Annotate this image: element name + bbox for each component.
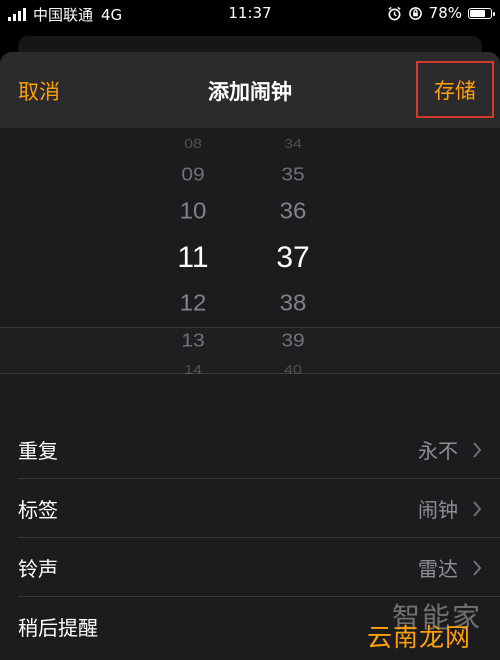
nav-bar: 取消 添加闹钟 存储 — [0, 52, 500, 128]
hour-option-10[interactable]: 10 — [163, 199, 223, 226]
hour-option-11[interactable]: 11 — [163, 241, 223, 275]
hour-option-13[interactable]: 13 — [163, 330, 223, 352]
status-bar-right: 78% — [387, 4, 495, 22]
snooze-label: 稍后提醒 — [18, 616, 98, 640]
hour-option-09[interactable]: 09 — [163, 164, 223, 186]
add-alarm-sheet: 取消 添加闹钟 存储 08 09 10 11 12 13 14 34 35 36 37 38 39 40… — [0, 52, 500, 660]
label-label: 标签 — [18, 498, 58, 522]
repeat-label: 重复 — [18, 439, 58, 463]
minute-option-37[interactable]: 37 — [263, 241, 323, 275]
chevron-right-icon — [473, 560, 482, 576]
minute-option-35[interactable]: 35 — [263, 164, 323, 186]
hour-option-14[interactable]: 14 — [163, 364, 223, 378]
minute-option-38[interactable]: 38 — [263, 291, 323, 318]
save-button[interactable]: 存储 — [416, 61, 494, 118]
label-row[interactable]: 标签 闹钟 — [0, 479, 500, 538]
repeat-value: 永不 — [418, 439, 458, 463]
hour-option-12[interactable]: 12 — [163, 291, 223, 318]
repeat-row[interactable]: 重复 永不 — [0, 420, 500, 479]
watermark-logo-text: 云南龙网 — [367, 623, 472, 652]
hour-option-08[interactable]: 08 — [163, 138, 223, 152]
label-value: 闹钟 — [418, 498, 458, 522]
battery-percent: 78% — [428, 4, 462, 22]
battery-icon — [468, 7, 495, 19]
picker-selection-band — [0, 327, 500, 374]
chevron-right-icon — [473, 501, 482, 517]
minute-option-40[interactable]: 40 — [263, 364, 323, 378]
sound-value: 雷达 — [418, 557, 458, 581]
minute-option-36[interactable]: 36 — [263, 199, 323, 226]
sound-label: 铃声 — [18, 557, 58, 581]
minute-option-34[interactable]: 34 — [263, 138, 323, 152]
status-bar: 中国联通 4G 11:37 78% — [0, 0, 500, 26]
alarm-clock-icon — [388, 6, 401, 20]
chevron-right-icon — [473, 442, 482, 458]
orientation-lock-icon — [408, 6, 422, 20]
minute-option-39[interactable]: 39 — [263, 330, 323, 352]
sound-row[interactable]: 铃声 雷达 — [0, 538, 500, 597]
